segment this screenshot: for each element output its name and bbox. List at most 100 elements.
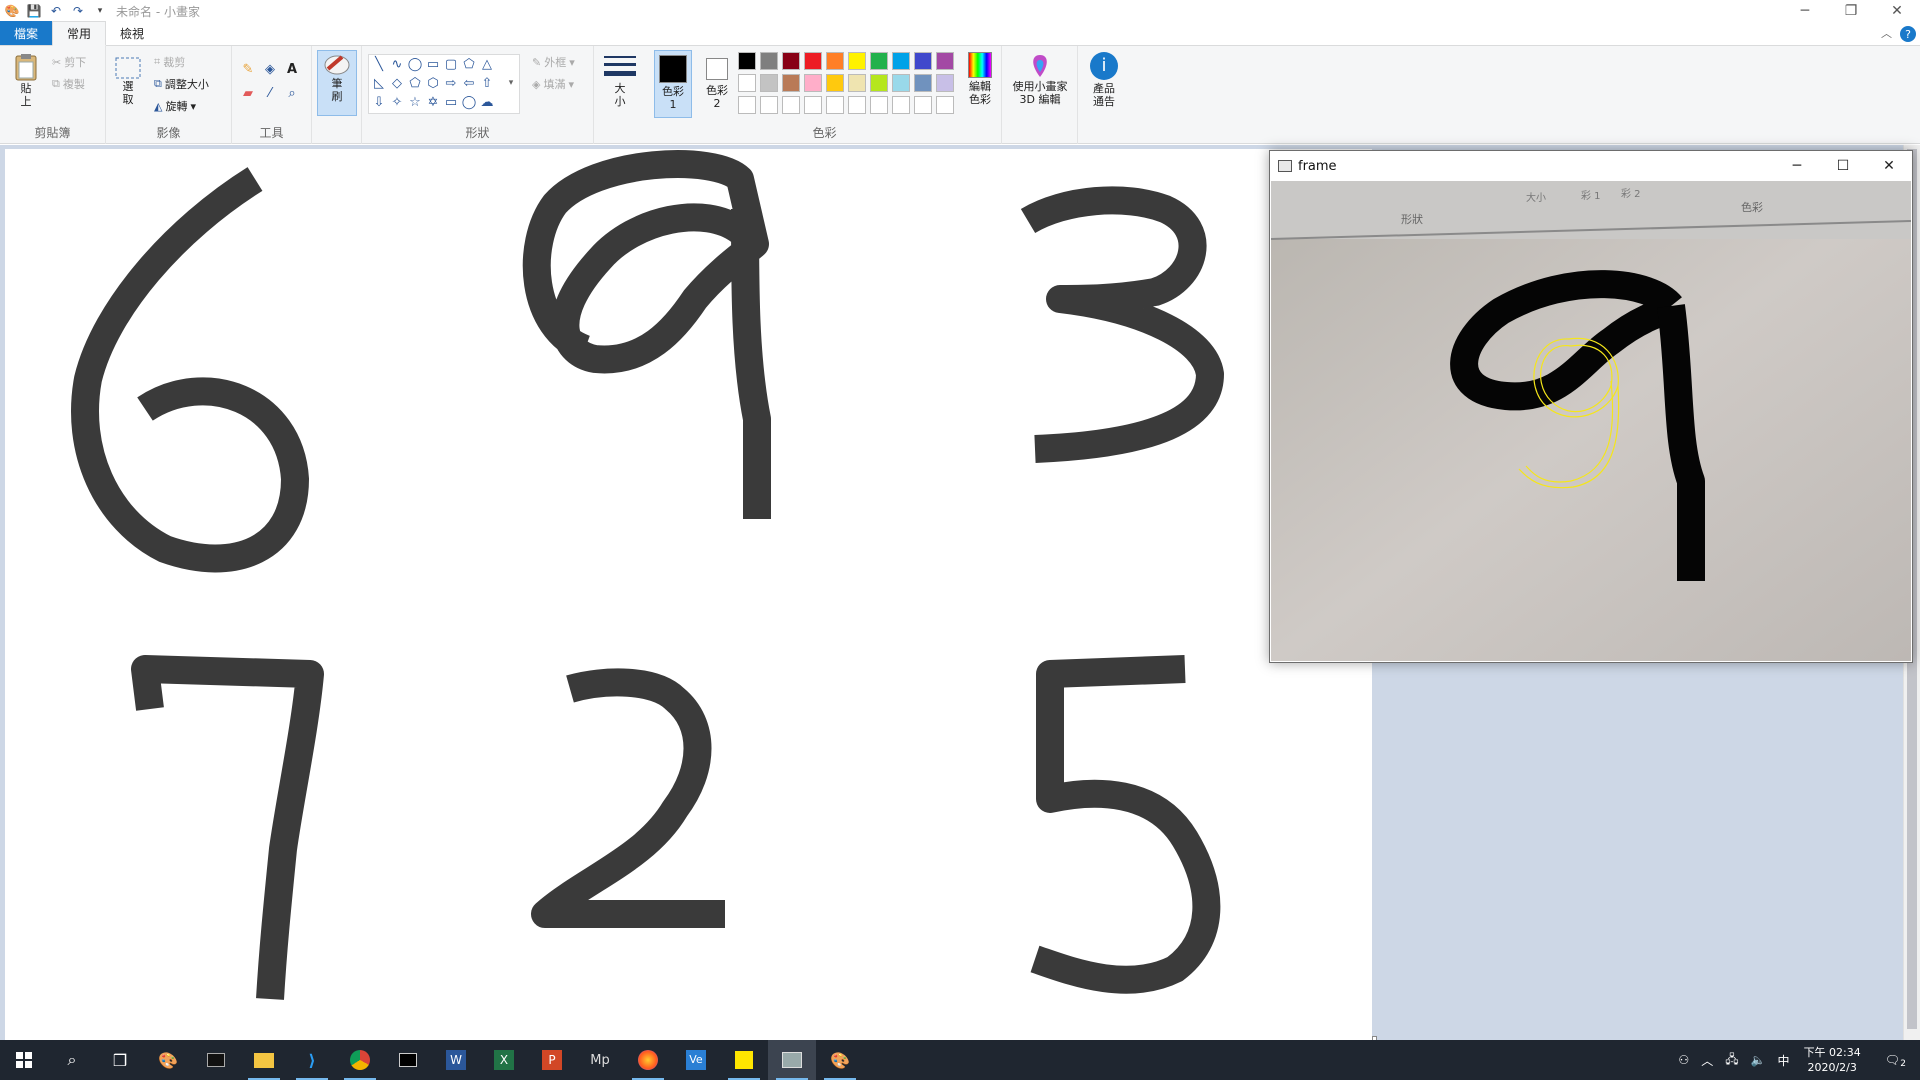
fill-button[interactable]: ◈ 填滿 ▾ (532, 76, 574, 92)
rounded-rectangle-shape-icon[interactable]: ▢ (443, 57, 459, 73)
color1-button[interactable]: 色彩 1 (654, 50, 692, 118)
tab-home[interactable]: 常用 (52, 21, 107, 46)
taskbar-paint[interactable]: 🎨 (144, 1040, 192, 1080)
palette-swatch[interactable] (760, 74, 778, 92)
pentagon-shape-icon[interactable]: ⬠ (407, 76, 423, 92)
down-arrow-shape-icon[interactable]: ⇩ (371, 95, 387, 111)
line-shape-icon[interactable]: ╲ (371, 57, 387, 73)
six-point-star-shape-icon[interactable]: ✡ (425, 95, 441, 111)
paint3d-button[interactable]: 使用小畫家 3D 編輯 (1008, 52, 1072, 106)
palette-swatch[interactable] (892, 96, 910, 114)
taskbar-vscode[interactable]: ⟩ (288, 1040, 336, 1080)
hexagon-shape-icon[interactable]: ⬡ (425, 76, 441, 92)
taskbar-chrome[interactable] (336, 1040, 384, 1080)
magnifier-icon[interactable]: ⌕ (284, 86, 300, 102)
taskbar-mp[interactable]: Mp (576, 1040, 624, 1080)
edit-colors-button[interactable]: 編輯色彩 (960, 52, 1000, 106)
up-arrow-shape-icon[interactable]: ⇧ (479, 76, 495, 92)
curve-shape-icon[interactable]: ∿ (389, 57, 405, 73)
palette-swatch[interactable] (804, 74, 822, 92)
palette-swatch[interactable] (870, 74, 888, 92)
palette-swatch[interactable] (826, 74, 844, 92)
customize-quick-access-icon[interactable]: ▾ (92, 3, 108, 19)
palette-swatch[interactable] (804, 96, 822, 114)
restore-button[interactable]: ❐ (1828, 0, 1874, 22)
taskbar-terminal[interactable] (192, 1040, 240, 1080)
color2-button[interactable]: 色彩 2 (698, 50, 736, 118)
collapse-ribbon-icon[interactable]: ︿ (1881, 25, 1892, 41)
redo-icon[interactable]: ↷ (70, 3, 86, 19)
shapes-gallery-expand-icon[interactable]: ▾ (503, 75, 519, 91)
palette-swatch[interactable] (848, 74, 866, 92)
eraser-icon[interactable]: ▰ (240, 86, 256, 102)
drawing-canvas[interactable] (5, 149, 1372, 1040)
palette-swatch[interactable] (738, 52, 756, 70)
start-button[interactable] (0, 1040, 48, 1080)
taskbar-sticky-notes[interactable] (720, 1040, 768, 1080)
palette-swatch[interactable] (738, 74, 756, 92)
palette-swatch[interactable] (892, 74, 910, 92)
palette-swatch[interactable] (870, 96, 888, 114)
task-view-button[interactable]: ❒ (96, 1040, 144, 1080)
rectangle-shape-icon[interactable]: ▭ (425, 57, 441, 73)
frame-maximize-button[interactable]: ☐ (1820, 151, 1866, 181)
palette-swatch[interactable] (782, 74, 800, 92)
palette-swatch[interactable] (738, 96, 756, 114)
notification-center-button[interactable]: 🗨 2 (1869, 1053, 1920, 1069)
triangle-shape-icon[interactable]: △ (479, 57, 495, 73)
taskbar-paint-active[interactable]: 🎨 (816, 1040, 864, 1080)
outline-button[interactable]: ✎ 外框 ▾ (532, 54, 575, 70)
fill-icon[interactable]: ◈ (262, 62, 278, 78)
brushes-button[interactable]: 筆刷 (317, 50, 357, 116)
palette-swatch[interactable] (936, 96, 954, 114)
close-button[interactable]: ✕ (1874, 0, 1920, 22)
four-point-star-shape-icon[interactable]: ✧ (389, 95, 405, 111)
rotate-button[interactable]: ◭ 旋轉 ▾ (154, 98, 196, 114)
search-button[interactable]: ⌕ (48, 1040, 96, 1080)
taskbar-word[interactable]: W (432, 1040, 480, 1080)
palette-swatch[interactable] (848, 52, 866, 70)
taskbar-firefox[interactable] (624, 1040, 672, 1080)
frame-window[interactable]: frame ─ ☐ ✕ 形狀 色彩 大小 彩 1 彩 2 (1269, 150, 1913, 663)
palette-swatch[interactable] (914, 74, 932, 92)
taskbar-excel[interactable]: X (480, 1040, 528, 1080)
pencil-icon[interactable]: ✎ (240, 62, 256, 78)
palette-swatch[interactable] (870, 52, 888, 70)
palette-swatch[interactable] (760, 96, 778, 114)
diamond-shape-icon[interactable]: ◇ (389, 76, 405, 92)
save-icon[interactable]: 💾 (26, 3, 42, 19)
right-arrow-shape-icon[interactable]: ⇨ (443, 76, 459, 92)
left-arrow-shape-icon[interactable]: ⇦ (461, 76, 477, 92)
ime-indicator[interactable]: 中 (1772, 1052, 1796, 1069)
color-picker-icon[interactable]: ⁄ (262, 86, 278, 102)
show-hidden-icons-icon[interactable]: ︿ (1695, 1052, 1719, 1069)
taskbar-cmd[interactable] (384, 1040, 432, 1080)
palette-swatch[interactable] (782, 96, 800, 114)
palette-swatch[interactable] (804, 52, 822, 70)
minimize-button[interactable]: ─ (1782, 0, 1828, 22)
help-icon[interactable]: ? (1900, 26, 1916, 42)
select-button[interactable]: 選取 (114, 56, 142, 106)
text-tool-icon[interactable]: A (284, 62, 300, 78)
callout-oval-shape-icon[interactable]: ◯ (461, 95, 477, 111)
taskbar-ve[interactable]: Ve (672, 1040, 720, 1080)
clock[interactable]: 下午 02:34 2020/2/3 (1796, 1045, 1869, 1075)
tab-file[interactable]: 檔案 (0, 21, 53, 45)
palette-swatch[interactable] (782, 52, 800, 70)
resize-button[interactable]: ⧉ 調整大小 (154, 76, 209, 92)
shapes-gallery[interactable]: ╲ ∿ ◯ ▭ ▢ ⬠ △ ◺ ◇ ⬠ ⬡ ⇨ ⇦ ⇧ ⇩ ✧ ☆ ✡ ▭ ◯ … (368, 54, 520, 114)
taskbar-powerpoint[interactable]: P (528, 1040, 576, 1080)
taskbar-frame[interactable] (768, 1040, 816, 1080)
product-alert-button[interactable]: i 產品通告 (1084, 52, 1124, 108)
right-triangle-shape-icon[interactable]: ◺ (371, 76, 387, 92)
palette-swatch[interactable] (936, 74, 954, 92)
volume-icon[interactable]: 🔈 (1745, 1053, 1772, 1067)
palette-swatch[interactable] (914, 96, 932, 114)
palette-swatch[interactable] (892, 52, 910, 70)
polygon-shape-icon[interactable]: ⬠ (461, 57, 477, 73)
network-icon[interactable]: 🖧 (1719, 1050, 1744, 1071)
palette-swatch[interactable] (848, 96, 866, 114)
taskbar-file-explorer[interactable] (240, 1040, 288, 1080)
frame-close-button[interactable]: ✕ (1866, 151, 1912, 181)
crop-button[interactable]: ⌗ 裁剪 (154, 54, 185, 70)
